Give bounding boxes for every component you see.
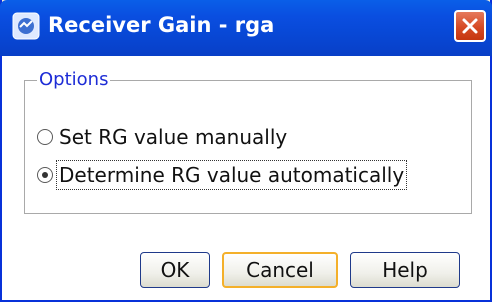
options-group: Options Set RG value manually Determine … — [24, 69, 472, 214]
cancel-button[interactable]: Cancel — [222, 252, 338, 288]
options-legend: Options — [37, 69, 111, 90]
radio-button-selected[interactable] — [37, 167, 53, 183]
radio-label: Determine RG value automatically — [55, 160, 408, 190]
help-button[interactable]: Help — [350, 252, 460, 288]
close-button[interactable] — [454, 10, 486, 42]
dialog-window: Receiver Gain - rga Options Set RG value… — [0, 0, 492, 302]
radio-determine-automatically[interactable]: Determine RG value automatically — [37, 160, 408, 190]
ok-button[interactable]: OK — [140, 252, 210, 288]
radio-label: Set RG value manually — [59, 125, 288, 149]
title-bar[interactable]: Receiver Gain - rga — [0, 0, 492, 56]
radio-button[interactable] — [37, 129, 53, 145]
dialog-content: Options Set RG value manually Determine … — [2, 56, 490, 300]
window-title: Receiver Gain - rga — [48, 13, 275, 37]
radio-set-manually[interactable]: Set RG value manually — [37, 125, 287, 149]
close-icon — [462, 18, 478, 34]
app-icon — [12, 12, 40, 40]
